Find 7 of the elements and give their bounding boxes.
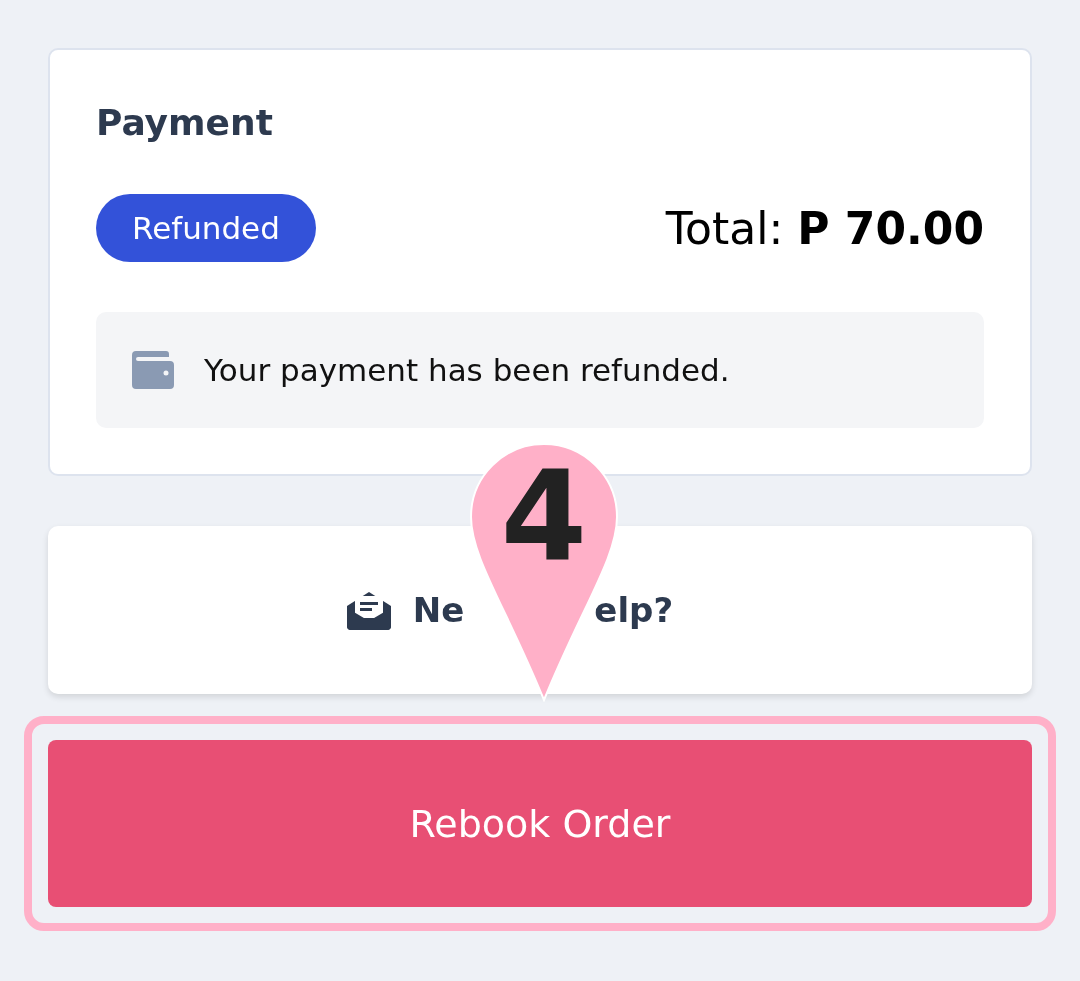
wallet-icon xyxy=(132,351,174,389)
mail-icon xyxy=(346,590,391,630)
notice-text: Your payment has been refunded. xyxy=(204,352,730,388)
status-badge: Refunded xyxy=(96,194,316,262)
rebook-button[interactable]: Rebook Order xyxy=(48,740,1032,907)
total-amount: Total: P 70.00 xyxy=(665,202,984,254)
section-title: Payment xyxy=(96,101,274,145)
